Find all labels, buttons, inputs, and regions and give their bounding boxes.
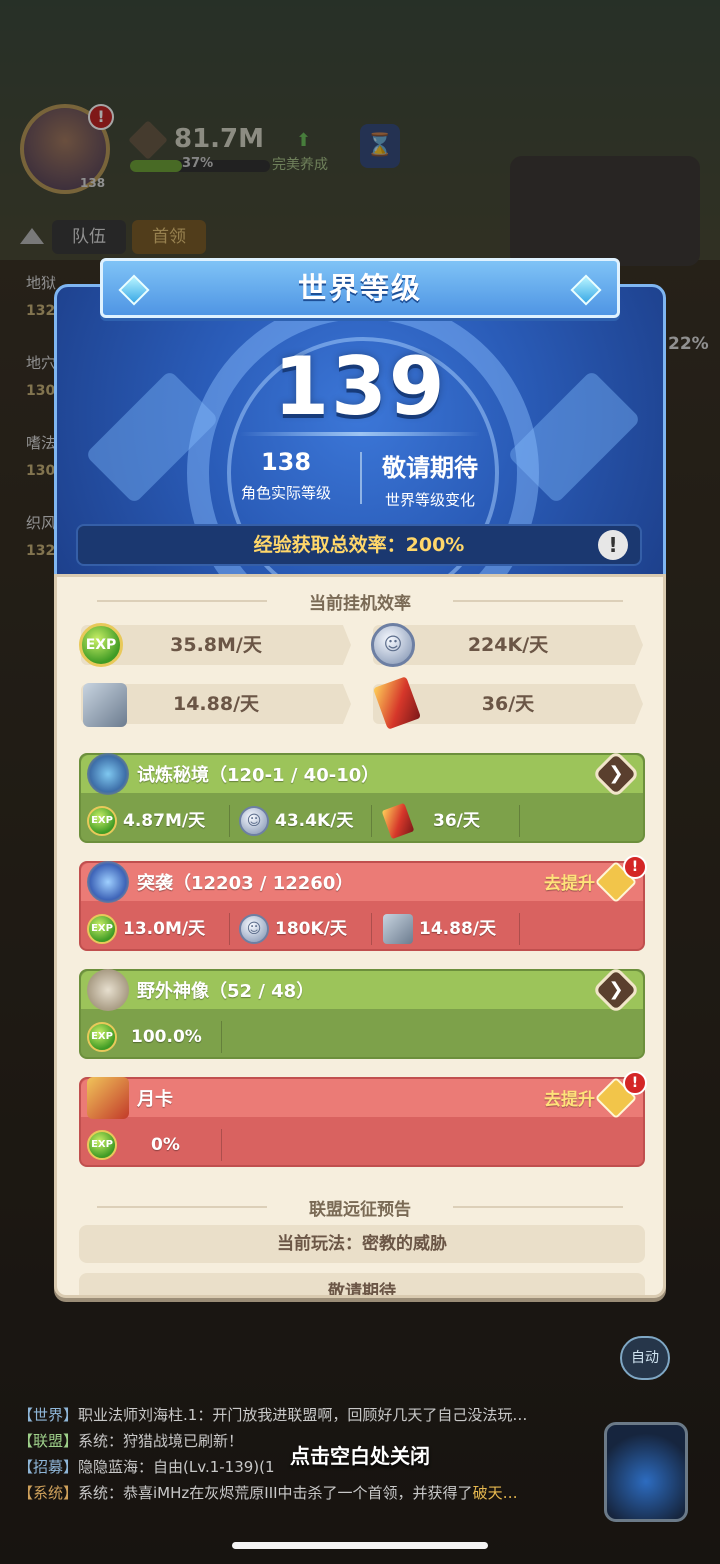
cell-separator <box>221 1129 222 1161</box>
reward-cell: EXP 100.0% <box>81 1015 217 1059</box>
improve-link[interactable]: 去提升 <box>544 1085 595 1110</box>
world-change-stat: 敬请期待 世界等级变化 <box>355 448 505 510</box>
chat-row: 【系统】系统：恭喜iMHz在灰烬荒原III中击杀了一个首领，并获得了破天… <box>18 1480 578 1506</box>
raid-emblem-icon <box>87 861 129 903</box>
chevron-right-icon: ❯ <box>608 979 624 1000</box>
alliance-forecast-title: 联盟远征预告 <box>57 1195 663 1220</box>
cell-separator <box>371 913 372 945</box>
card-wild-statue[interactable]: 野外神像（52 / 48） ❯ EXP 100.0% <box>79 965 645 1059</box>
card-title: 突袭（12203 / 12260） <box>137 873 354 894</box>
chat-row: 【世界】职业法师刘海柱.1：开门放我进联盟啊，回顾好几天了自己没法玩… <box>18 1402 578 1428</box>
reward-value: 4.87M/天 <box>123 811 206 831</box>
world-change-label: 世界等级变化 <box>384 491 475 509</box>
coin-icon: ☺ <box>239 806 269 836</box>
info-icon[interactable]: ! <box>598 530 628 560</box>
total-exp-efficiency-bar: 经验获取总效率：200% ! <box>76 524 642 566</box>
statue-icon <box>87 969 129 1011</box>
exp-icon: EXP <box>87 1022 117 1052</box>
reward-cell: ☺ 43.4K/天 <box>233 799 369 843</box>
reward-cell: EXP 13.0M/天 <box>81 907 229 951</box>
chat-text: 系统：恭喜iMHz在灰烬荒原III中击杀了一个首领，并获得了 <box>78 1484 473 1502</box>
level-divider <box>240 432 480 436</box>
current-rate-title: 当前挂机效率 <box>57 589 663 614</box>
card-raid[interactable]: 突袭（12203 / 12260） 去提升 ! EXP 13.0M/天 ☺ 180K… <box>79 855 647 951</box>
reward-cell: ☺ 180K/天 <box>233 907 369 951</box>
chat-text: 职业法师刘海柱.1：开门放我进联盟啊，回顾好几天了自己没法玩… <box>78 1406 528 1424</box>
actual-level-stat: 138 角色实际等级 <box>211 448 361 503</box>
coin-icon: ☺ <box>371 623 415 667</box>
reward-cell: 36/天 <box>377 799 517 843</box>
reward-value: 13.0M/天 <box>123 919 206 939</box>
actual-level-value: 138 <box>260 448 312 476</box>
popup-title-ribbon: 世界等级 <box>100 258 620 318</box>
cell-separator <box>229 805 230 837</box>
card-title: 野外神像（52 / 48） <box>137 981 315 1002</box>
alert-badge: ! <box>623 1071 647 1095</box>
alliance-current-mode: 当前玩法：密教的威胁 <box>79 1225 645 1263</box>
alert-badge: ! <box>623 855 647 879</box>
chat-channel: 【系统】 <box>18 1484 79 1502</box>
world-level-number: 139 <box>273 340 447 433</box>
popup-title: 世界等级 <box>297 271 422 305</box>
card-trial-realm[interactable]: 试炼秘境（120-1 / 40-10） ❯ EXP 4.87M/天 ☺ 43.4K/… <box>79 749 645 843</box>
card-monthly[interactable]: 月卡 去提升 ! EXP 0% <box>79 1071 647 1167</box>
alliance-next-mode: 敬请期待 <box>79 1273 645 1295</box>
reward-value: 43.4K/天 <box>275 811 354 831</box>
ore-icon <box>383 914 413 944</box>
popup-body: 当前挂机效率 35.8M/天 EXP 224K/天 ☺ 14.88/天 36/天… <box>54 574 666 1298</box>
card-title: 试炼秘境（120-1 / 40-10） <box>137 765 380 786</box>
ore-icon <box>83 683 127 727</box>
reward-value: 14.88/天 <box>419 919 496 939</box>
diamond-icon <box>118 274 150 306</box>
cell-separator <box>229 913 230 945</box>
exp-icon: EXP <box>87 806 117 836</box>
trial-emblem-icon <box>87 753 129 795</box>
exp-icon: EXP <box>79 623 123 667</box>
crystal-icon <box>381 802 415 840</box>
cell-separator <box>519 913 520 945</box>
cell-separator <box>371 805 372 837</box>
reward-cell: EXP 4.87M/天 <box>81 799 229 843</box>
reward-value: 180K/天 <box>275 919 347 939</box>
chevron-right-icon: ❯ <box>608 763 624 784</box>
coin-icon: ☺ <box>239 914 269 944</box>
portal-icon[interactable] <box>604 1422 688 1522</box>
diamond-icon <box>570 274 602 306</box>
close-hint: 点击空白处关闭 <box>290 1444 430 1468</box>
improve-link[interactable]: 去提升 <box>544 869 595 894</box>
home-indicator[interactable] <box>232 1542 488 1549</box>
exp-icon: EXP <box>87 1130 117 1160</box>
chat-channel: 【世界】 <box>18 1406 79 1424</box>
monthly-card-icon <box>87 1077 129 1119</box>
chat-highlight: 破天… <box>472 1484 518 1502</box>
auto-button[interactable]: 自动 <box>620 1336 670 1380</box>
reward-cell: EXP 0% <box>81 1123 217 1167</box>
reward-value: 36/天 <box>433 811 480 831</box>
reward-value: 100.0% <box>131 1027 202 1047</box>
reward-value: 0% <box>151 1135 180 1155</box>
cell-separator <box>221 1021 222 1053</box>
world-change-value: 敬请期待 <box>382 454 478 482</box>
reward-cell: 14.88/天 <box>377 907 517 951</box>
card-title: 月卡 <box>137 1089 173 1110</box>
cell-separator <box>519 805 520 837</box>
efficiency-text: 经验获取总效率：200% <box>253 534 465 556</box>
exp-icon: EXP <box>87 914 117 944</box>
actual-level-label: 角色实际等级 <box>240 484 331 502</box>
